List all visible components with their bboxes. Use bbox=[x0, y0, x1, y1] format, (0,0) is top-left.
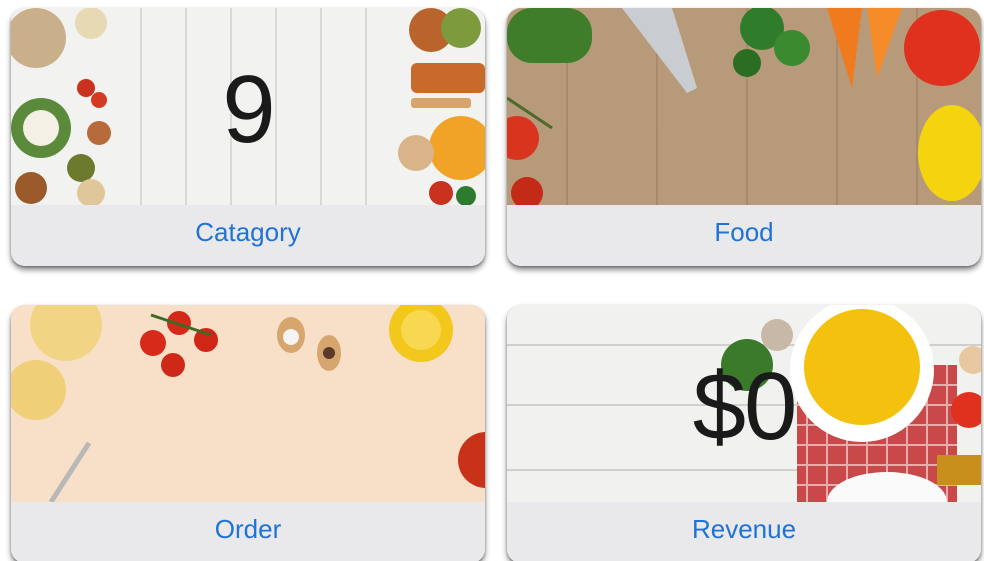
revenue-total: $0 bbox=[692, 352, 798, 460]
order-card[interactable]: Order bbox=[11, 305, 485, 561]
revenue-card-label[interactable]: Revenue bbox=[692, 514, 796, 551]
food-card-label[interactable]: Food bbox=[714, 217, 773, 254]
revenue-card[interactable]: $0 Revenue bbox=[507, 305, 981, 561]
order-card-label[interactable]: Order bbox=[215, 514, 281, 551]
category-count: 9 bbox=[222, 55, 275, 163]
food-card-footer: Food bbox=[507, 205, 981, 266]
order-card-footer: Order bbox=[11, 502, 485, 561]
category-card[interactable]: 9 Catagory bbox=[11, 8, 485, 266]
revenue-card-footer: Revenue bbox=[507, 502, 981, 561]
category-card-label[interactable]: Catagory bbox=[195, 217, 301, 254]
order-count bbox=[11, 305, 485, 502]
category-card-footer: Catagory bbox=[11, 205, 485, 266]
food-card[interactable]: Food bbox=[507, 8, 981, 266]
food-count bbox=[507, 8, 981, 205]
